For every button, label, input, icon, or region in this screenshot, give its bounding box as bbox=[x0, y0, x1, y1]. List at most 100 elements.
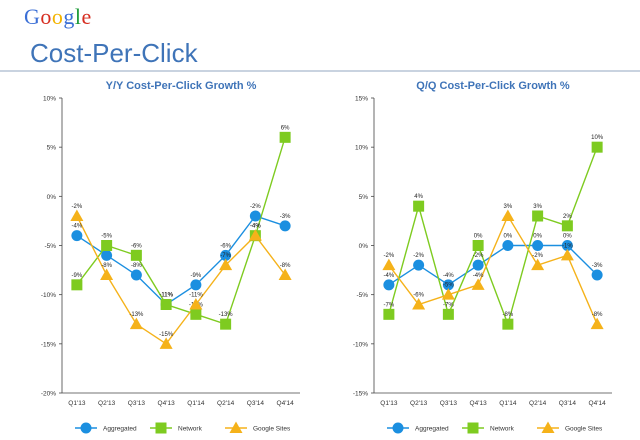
data-label: -1% bbox=[562, 243, 573, 249]
x-tick-label: Q2'13 bbox=[410, 400, 428, 407]
y-tick-label: 15% bbox=[355, 96, 368, 103]
aggregated-point bbox=[502, 240, 514, 251]
x-tick-label: Q3'14 bbox=[559, 400, 577, 407]
network-point bbox=[442, 308, 454, 320]
aggregated-point bbox=[383, 279, 395, 291]
y-tick-label: -15% bbox=[41, 341, 56, 348]
data-label: -11% bbox=[189, 293, 203, 299]
data-label: -15% bbox=[159, 332, 174, 338]
data-label: 10% bbox=[591, 135, 604, 141]
x-tick-label: Q4'13 bbox=[470, 400, 488, 407]
data-label: 0% bbox=[563, 234, 572, 240]
logo-letter: l bbox=[74, 4, 82, 29]
google-sites-point bbox=[501, 209, 515, 221]
x-tick-label: Q3'13 bbox=[128, 400, 146, 407]
x-tick-label: Q2'14 bbox=[529, 400, 547, 407]
google-sites-point bbox=[159, 337, 173, 349]
google-sites-point bbox=[441, 288, 455, 300]
google-sites-point bbox=[70, 209, 84, 221]
data-label: -8% bbox=[280, 263, 291, 269]
data-label: 3% bbox=[504, 204, 513, 210]
data-label: -6% bbox=[220, 243, 231, 249]
logo-letter: o bbox=[51, 4, 64, 29]
data-label: 0% bbox=[474, 234, 483, 240]
x-tick-label: Q1'13 bbox=[68, 400, 86, 407]
data-label: -2% bbox=[413, 253, 424, 259]
page-title: Cost-Per-Click bbox=[30, 38, 198, 68]
logo-letter: G bbox=[24, 4, 41, 29]
network-point bbox=[502, 318, 514, 330]
y-tick-label: 0% bbox=[359, 243, 369, 250]
data-label: 4% bbox=[414, 194, 423, 200]
y-tick-label: 10% bbox=[355, 145, 368, 152]
y-tick-label: 10% bbox=[43, 96, 56, 103]
google-logo: Google bbox=[24, 4, 92, 30]
y-tick-label: -15% bbox=[353, 391, 368, 398]
aggregated-point bbox=[279, 220, 291, 232]
data-label: -8% bbox=[101, 263, 112, 269]
y-tick-label: -10% bbox=[41, 292, 56, 299]
data-label: -4% bbox=[72, 224, 83, 230]
legend-label: Google Sites bbox=[565, 426, 603, 433]
data-label: -8% bbox=[592, 312, 603, 318]
data-label: -2% bbox=[72, 204, 83, 210]
y-tick-label: -5% bbox=[44, 243, 56, 250]
data-label: -11% bbox=[159, 293, 173, 299]
data-label: -2% bbox=[384, 253, 395, 259]
network-point bbox=[160, 299, 172, 310]
data-label: -13% bbox=[219, 312, 234, 318]
data-label: -5% bbox=[101, 234, 112, 240]
legend-label: Aggregated bbox=[415, 426, 449, 433]
aggregated-point bbox=[532, 240, 544, 251]
data-label: -8% bbox=[503, 312, 514, 318]
data-label: -2% bbox=[250, 204, 261, 210]
network-point bbox=[467, 422, 479, 434]
title-divider bbox=[0, 70, 640, 72]
network-point bbox=[101, 240, 113, 251]
aggregated-point bbox=[101, 249, 113, 261]
google-sites-point bbox=[471, 278, 485, 290]
y-tick-label: -10% bbox=[353, 341, 368, 348]
logo-letter: o bbox=[40, 4, 52, 29]
aggregated-point bbox=[80, 422, 92, 434]
network-point bbox=[561, 220, 573, 232]
network-point bbox=[130, 249, 142, 261]
data-label: -3% bbox=[592, 263, 603, 269]
y-tick-label: -20% bbox=[41, 391, 56, 398]
network-point bbox=[155, 422, 167, 434]
google-sites-point bbox=[100, 268, 114, 280]
yy-cpc-growth-chart: Y/Y Cost-Per-Click Growth % -20% -15% -10% -… bbox=[41, 80, 300, 434]
data-label: -7% bbox=[443, 302, 454, 308]
data-label: 3% bbox=[533, 204, 542, 210]
network-point bbox=[413, 200, 425, 212]
legend-label: Aggregated bbox=[103, 426, 137, 433]
network-point bbox=[71, 279, 83, 291]
chart-title: Y/Y Cost-Per-Click Growth % bbox=[106, 80, 257, 92]
network-point bbox=[279, 131, 291, 143]
x-tick-label: Q4'14 bbox=[277, 400, 295, 407]
aggregated-point bbox=[130, 269, 142, 281]
google-sites-point bbox=[541, 421, 555, 433]
data-label: -9% bbox=[191, 273, 202, 279]
aggregated-point bbox=[249, 210, 261, 222]
data-label: -2% bbox=[532, 253, 543, 259]
google-sites-point bbox=[129, 317, 143, 330]
x-tick-label: Q3'13 bbox=[440, 400, 458, 407]
legend-label: Network bbox=[178, 426, 203, 433]
network-point bbox=[532, 210, 544, 222]
data-label: -2% bbox=[473, 253, 484, 259]
data-label: -4% bbox=[443, 273, 454, 279]
x-tick-label: Q4'13 bbox=[158, 400, 176, 407]
google-sites-point bbox=[531, 258, 545, 271]
y-tick-label: -5% bbox=[356, 292, 368, 299]
legend-label: Network bbox=[490, 426, 515, 433]
data-label: 0% bbox=[504, 234, 513, 240]
legend-label: Google Sites bbox=[253, 426, 291, 433]
y-tick-label: 0% bbox=[47, 194, 57, 201]
y-tick-label: 5% bbox=[359, 194, 369, 201]
data-label: -3% bbox=[280, 214, 291, 220]
data-label: -7% bbox=[384, 302, 395, 308]
google-sites-point bbox=[590, 317, 604, 330]
data-label: -7% bbox=[220, 253, 231, 259]
network-point bbox=[190, 308, 202, 320]
